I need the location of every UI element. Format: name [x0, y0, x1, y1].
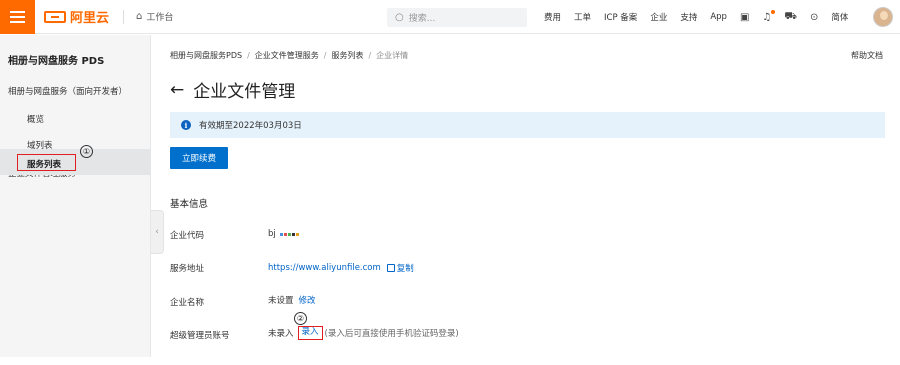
service-address-label: 服务地址 [170, 264, 205, 274]
nav-billing[interactable]: 费用 [544, 11, 561, 23]
breadcrumb-service-list[interactable]: 服务列表 [331, 51, 363, 60]
expiry-text: 有效期至2022年03月03日 [199, 121, 302, 131]
bell-icon[interactable]: ♫ [762, 9, 776, 23]
language-switch[interactable]: 简体 [831, 11, 848, 23]
avatar[interactable] [873, 7, 893, 27]
enterprise-code-value: bj [268, 229, 299, 239]
nav-enterprise[interactable]: 企业 [650, 11, 667, 23]
nav-support[interactable]: 支持 [680, 11, 697, 23]
breadcrumb-separator: / [368, 51, 372, 60]
expiry-notice: i 有效期至2022年03月03日 [170, 112, 885, 138]
enterprise-code-label: 企业代码 [170, 231, 205, 241]
super-admin-label: 超级管理员账号 [170, 331, 230, 341]
annotation-marker-1: ① [80, 145, 93, 158]
copy-icon [386, 264, 395, 272]
page-title: ← 企业文件管理 [170, 77, 296, 103]
home-icon: ⌂ [136, 11, 143, 22]
nav-icp[interactable]: ICP 备案 [604, 11, 637, 23]
breadcrumb-current: 企业详情 [376, 51, 409, 60]
brand-name: 阿里云 [70, 11, 110, 26]
page-bottom [0, 357, 900, 365]
aliyun-logo[interactable]: 阿里云 [44, 7, 109, 26]
breadcrumb-pds[interactable]: 相册与网盘服务PDS [170, 51, 242, 60]
back-arrow-icon[interactable]: ← [170, 80, 184, 100]
redacted-code-mask [279, 232, 299, 236]
enterprise-name-value: 未设置 修改 [268, 294, 316, 306]
enter-admin-button[interactable]: 录入 [297, 326, 323, 340]
enterprise-name-text: 未设置 [268, 296, 294, 306]
section-title: 基本信息 [170, 199, 209, 210]
admin-hint: (录入后可直接使用手机验证码登录) [324, 329, 459, 339]
workbench-label: 工作台 [146, 13, 174, 23]
sidebar-title: 相册与网盘服务 PDS [8, 56, 105, 67]
breadcrumb-separator: / [247, 51, 250, 60]
breadcrumb-enterprise-files[interactable]: 企业文件管理服务 [255, 51, 319, 60]
menu-icon[interactable] [0, 0, 35, 34]
nav-app[interactable]: App [710, 12, 727, 22]
nav-tickets[interactable]: 工单 [574, 11, 591, 23]
divider [123, 9, 125, 24]
cart-icon[interactable]: ⛟ [784, 11, 797, 24]
edit-name-link[interactable]: 修改 [299, 294, 316, 306]
breadcrumb-separator: / [323, 51, 327, 60]
workbench-link[interactable]: ⌂ 工作台 [136, 10, 173, 23]
notification-dot [771, 9, 776, 14]
sidebar-item-overview[interactable]: 概览 [27, 113, 44, 125]
enterprise-code-text: bj [268, 229, 276, 239]
sidebar-item-pds-developer[interactable]: 相册与网盘服务（面向开发者） [8, 85, 127, 97]
terminal-icon[interactable]: ▣ [740, 12, 749, 23]
aliyun-logo-icon [44, 10, 66, 23]
search-input[interactable]: ○ 搜索... [387, 8, 527, 27]
copy-button[interactable]: 复制 [386, 262, 414, 274]
sidebar: 相册与网盘服务 PDS 相册与网盘服务（面向开发者） 概览 域列表 企业文件管理… [0, 35, 151, 357]
renew-button[interactable]: 立即续费 [170, 147, 228, 169]
enterprise-name-label: 企业名称 [170, 298, 205, 308]
page-title-text: 企业文件管理 [193, 82, 296, 102]
service-address-link[interactable]: https://www.aliyunfile.com [268, 263, 381, 273]
copy-label: 复制 [396, 264, 414, 274]
search-placeholder: 搜索... [408, 14, 436, 24]
help-docs-link[interactable]: 帮助文档 [851, 50, 883, 61]
info-icon: i [181, 120, 191, 130]
sidebar-item-service-list-label: 服务列表 [27, 160, 62, 170]
super-admin-text: 未录入 [268, 329, 294, 339]
annotation-marker-2: ② [294, 312, 307, 325]
top-nav-links: 费用 工单 ICP 备案 企业 支持 App ▣ ♫ ⛟ ⊙ 简体 [544, 0, 861, 34]
search-icon: ○ [395, 12, 404, 23]
super-admin-value: 未录入 录入 (录入后可直接使用手机验证码登录) [268, 326, 459, 340]
chevron-left-icon: ‹ [155, 227, 159, 237]
help-icon[interactable]: ⊙ [810, 12, 818, 23]
breadcrumb: 相册与网盘服务PDS / 企业文件管理服务 / 服务列表 / 企业详情 [170, 50, 408, 61]
service-address-value: https://www.aliyunfile.com 复制 [268, 262, 414, 274]
collapse-sidebar-handle[interactable]: ‹ [151, 210, 164, 254]
